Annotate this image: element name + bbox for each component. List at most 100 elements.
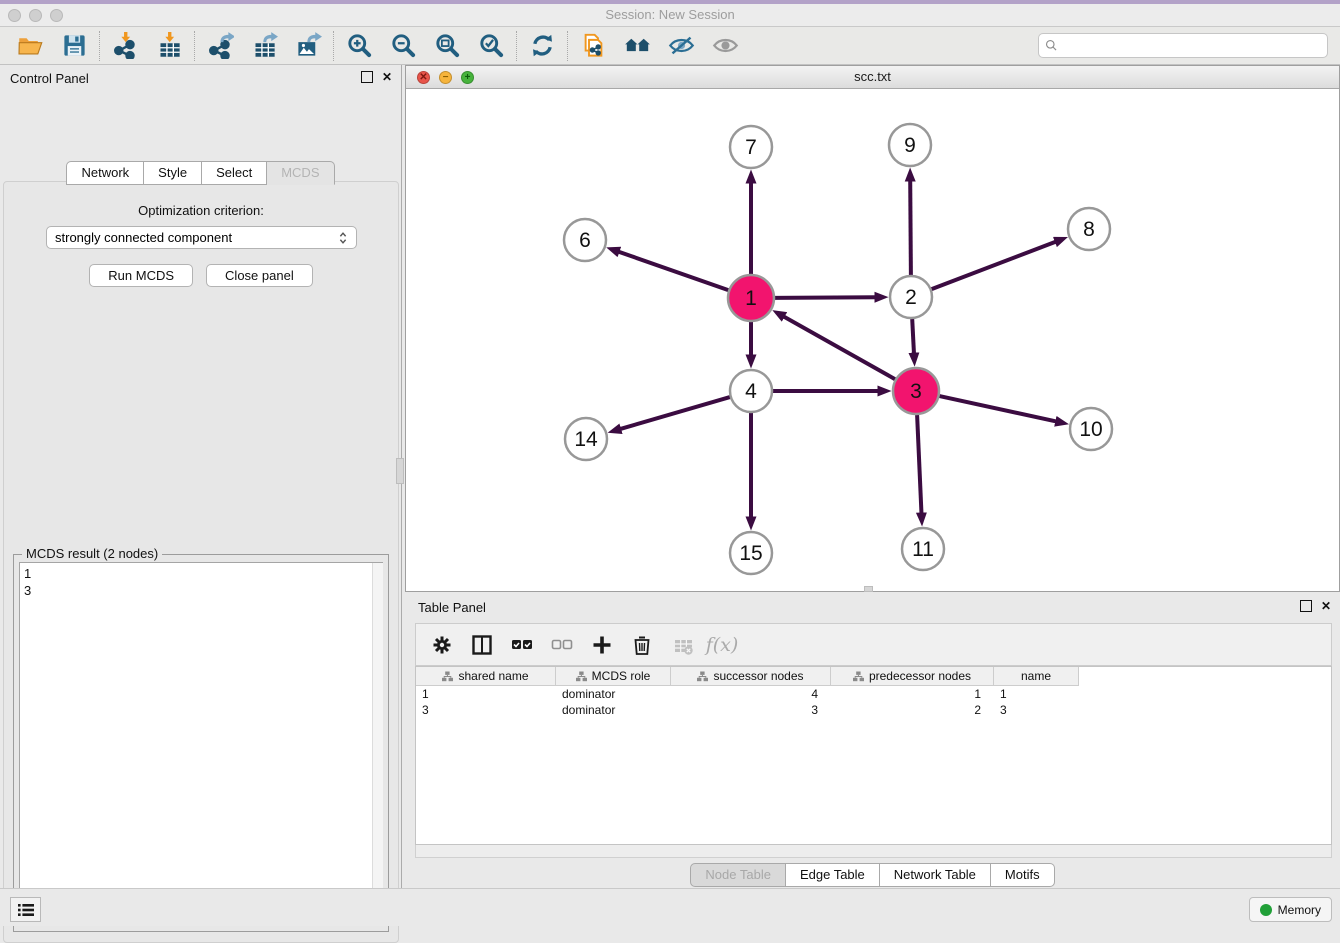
window-title: Session: New Session: [0, 7, 1340, 22]
tab-network-table[interactable]: Network Table: [880, 863, 991, 887]
tab-edge-table[interactable]: Edge Table: [786, 863, 880, 887]
close-panel-button[interactable]: Close panel: [206, 264, 313, 287]
add-column-icon[interactable]: [584, 628, 620, 662]
tab-mcds[interactable]: MCDS: [267, 161, 334, 185]
column-header-MCDS-role[interactable]: MCDS role: [556, 667, 671, 686]
table-cell[interactable]: 1: [416, 686, 556, 702]
memory-status-icon: [1260, 904, 1272, 916]
hierarchy-icon: [576, 671, 587, 682]
graph-edge-1-2[interactable]: [775, 297, 876, 298]
run-mcds-button[interactable]: Run MCDS: [89, 264, 193, 287]
table-cell[interactable]: 4: [671, 686, 831, 702]
float-table-panel-icon[interactable]: [1300, 600, 1312, 612]
column-header-shared-name[interactable]: shared name: [416, 667, 556, 686]
graph-node-9[interactable]: 9: [889, 124, 931, 166]
graph-node-2[interactable]: 2: [890, 276, 932, 318]
svg-text:3: 3: [910, 380, 922, 403]
column-header-predecessor-nodes[interactable]: predecessor nodes: [831, 667, 994, 686]
graph-node-11[interactable]: 11: [902, 528, 944, 570]
zoom-out-icon[interactable]: [381, 30, 425, 62]
graph-node-15[interactable]: 15: [730, 532, 772, 574]
table-cell[interactable]: 1: [831, 686, 994, 702]
hide-selected-icon[interactable]: [659, 30, 703, 62]
table-cell[interactable]: 3: [994, 702, 1079, 718]
select-all-rows-icon[interactable]: [504, 628, 540, 662]
deselect-all-rows-icon[interactable]: [544, 628, 580, 662]
gear-icon[interactable]: [424, 628, 460, 662]
task-history-button[interactable]: [10, 897, 41, 922]
table-cell[interactable]: 2: [831, 702, 994, 718]
table-cell[interactable]: 1: [994, 686, 1079, 702]
first-neighbors-icon[interactable]: [615, 30, 659, 62]
graph-node-1[interactable]: 1: [728, 275, 774, 321]
zoom-selected-icon[interactable]: [469, 30, 513, 62]
svg-text:14: 14: [574, 428, 598, 451]
canvas-splitter-handle[interactable]: [864, 586, 873, 592]
graph-edge-3-11[interactable]: [917, 415, 921, 514]
panel-splitter-handle[interactable]: [396, 458, 404, 484]
export-table-icon[interactable]: [242, 30, 286, 62]
graph-node-4[interactable]: 4: [730, 370, 772, 412]
duplicate-network-icon[interactable]: [571, 30, 615, 62]
table-horizontal-scrollbar[interactable]: [415, 845, 1332, 858]
network-window-titlebar[interactable]: ✕ − + scc.txt: [406, 66, 1339, 89]
refresh-layout-icon[interactable]: [520, 30, 564, 62]
search-box[interactable]: [1038, 33, 1328, 58]
graph-edge-4-14[interactable]: [620, 397, 730, 429]
graph-node-14[interactable]: 14: [565, 418, 607, 460]
tab-network[interactable]: Network: [66, 161, 144, 185]
mcds-result-scrollbar[interactable]: [372, 563, 383, 925]
graph-edge-2-9[interactable]: [910, 180, 911, 275]
graph-node-10[interactable]: 10: [1070, 408, 1112, 450]
optimization-criterion-label: Optimization criterion:: [4, 203, 398, 218]
mcds-result-text[interactable]: 13: [19, 562, 383, 926]
float-panel-icon[interactable]: [361, 71, 373, 83]
table-cell[interactable]: 3: [671, 702, 831, 718]
table-cell[interactable]: dominator: [556, 686, 671, 702]
search-icon: [1045, 39, 1058, 52]
table-cell[interactable]: dominator: [556, 702, 671, 718]
graph-edge-2-3[interactable]: [912, 319, 914, 354]
export-image-icon[interactable]: [286, 30, 330, 62]
export-network-icon[interactable]: [198, 30, 242, 62]
graph-node-6[interactable]: 6: [564, 219, 606, 261]
zoom-in-icon[interactable]: [337, 30, 381, 62]
column-header-name[interactable]: name: [994, 667, 1079, 686]
graph-edge-3-1[interactable]: [783, 316, 895, 379]
graph-node-7[interactable]: 7: [730, 126, 772, 168]
import-network-icon[interactable]: [103, 30, 147, 62]
tab-style[interactable]: Style: [144, 161, 202, 185]
graph-edge-3-10[interactable]: [940, 396, 1057, 422]
tab-node-table[interactable]: Node Table: [690, 863, 786, 887]
zoom-fit-icon[interactable]: [425, 30, 469, 62]
svg-text:7: 7: [745, 136, 757, 159]
save-session-icon[interactable]: [52, 30, 96, 62]
criterion-dropdown[interactable]: strongly connected component: [46, 226, 357, 249]
table-row[interactable]: 1dominator411: [416, 686, 1331, 702]
titlebar: Session: New Session: [0, 4, 1340, 27]
toolbar-separator: [99, 31, 100, 61]
delete-table-icon: [664, 628, 700, 662]
show-all-icon[interactable]: [703, 30, 747, 62]
table-cell[interactable]: 3: [416, 702, 556, 718]
tab-motifs[interactable]: Motifs: [991, 863, 1055, 887]
tab-select[interactable]: Select: [202, 161, 267, 185]
graph-edge-1-6[interactable]: [618, 252, 728, 291]
close-panel-icon[interactable]: ✕: [381, 71, 393, 83]
delete-column-icon[interactable]: [624, 628, 660, 662]
table-panel-title: Table Panel: [418, 600, 486, 615]
table-row[interactable]: 3dominator323: [416, 702, 1331, 718]
graph-edge-2-8[interactable]: [932, 242, 1057, 290]
import-table-icon[interactable]: [147, 30, 191, 62]
graph-node-3[interactable]: 3: [893, 368, 939, 414]
memory-button[interactable]: Memory: [1249, 897, 1332, 922]
network-view-window: ✕ − + scc.txt 7 9 6 8 1 2 4 3 14 10 15 11: [405, 65, 1340, 592]
close-table-panel-icon[interactable]: ✕: [1320, 600, 1332, 612]
column-header-successor-nodes[interactable]: successor nodes: [671, 667, 831, 686]
split-view-icon[interactable]: [464, 628, 500, 662]
network-canvas[interactable]: 7 9 6 8 1 2 4 3 14 10 15 11: [406, 89, 1339, 591]
open-file-icon[interactable]: [8, 30, 52, 62]
graph-node-8[interactable]: 8: [1068, 208, 1110, 250]
search-input[interactable]: [1058, 36, 1327, 56]
mcds-result-line: 3: [24, 582, 378, 599]
